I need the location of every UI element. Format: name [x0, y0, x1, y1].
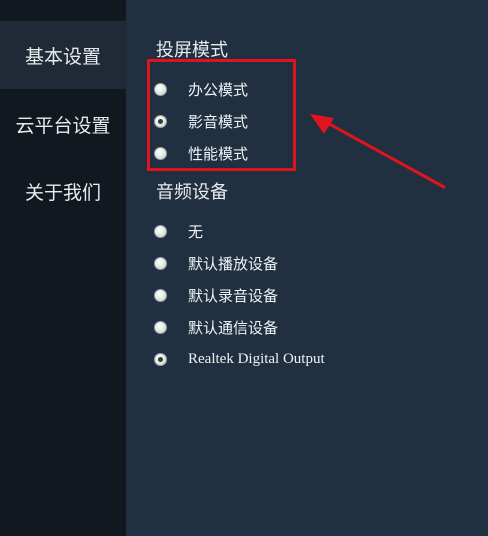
sidebar-item-label: 基本设置 — [24, 45, 101, 68]
audio-device-option-realtek-digital-output[interactable]: Realtek Digital Output — [154, 347, 325, 371]
annotation-highlight-box — [147, 59, 296, 171]
radio-button[interactable] — [154, 256, 167, 270]
audio-device-option-default-communication[interactable]: 默认通信设备 — [154, 315, 278, 339]
sidebar-item-label: 关于我们 — [24, 181, 101, 204]
radio-button[interactable] — [154, 288, 167, 302]
sidebar: 基本设置 云平台设置 关于我们 — [0, 0, 126, 536]
sidebar-item-about-us[interactable]: 关于我们 — [0, 157, 126, 225]
audio-device-title: 音频设备 — [156, 182, 228, 203]
sidebar-item-basic-settings[interactable]: 基本设置 — [0, 21, 126, 89]
audio-device-option-default-playback[interactable]: 默认播放设备 — [154, 251, 278, 275]
audio-device-option-none[interactable]: 无 — [154, 219, 203, 243]
radio-label: Realtek Digital Output — [188, 350, 325, 367]
radio-button[interactable] — [154, 224, 167, 238]
sidebar-item-label: 云平台设置 — [15, 114, 111, 137]
radio-label: 默认录音设备 — [188, 286, 279, 305]
radio-label: 默认播放设备 — [188, 254, 279, 273]
settings-window: 基本设置 云平台设置 关于我们 投屏模式 办公模式 影音模式 性能模式 音频设备… — [0, 0, 488, 536]
sidebar-item-cloud-platform-settings[interactable]: 云平台设置 — [0, 90, 126, 158]
radio-button-checked[interactable] — [154, 352, 167, 366]
radio-button[interactable] — [154, 320, 167, 334]
audio-device-option-default-recording[interactable]: 默认录音设备 — [154, 283, 278, 307]
radio-label: 无 — [188, 222, 204, 241]
radio-label: 默认通信设备 — [188, 318, 279, 337]
annotation-arrow-icon — [310, 114, 446, 189]
